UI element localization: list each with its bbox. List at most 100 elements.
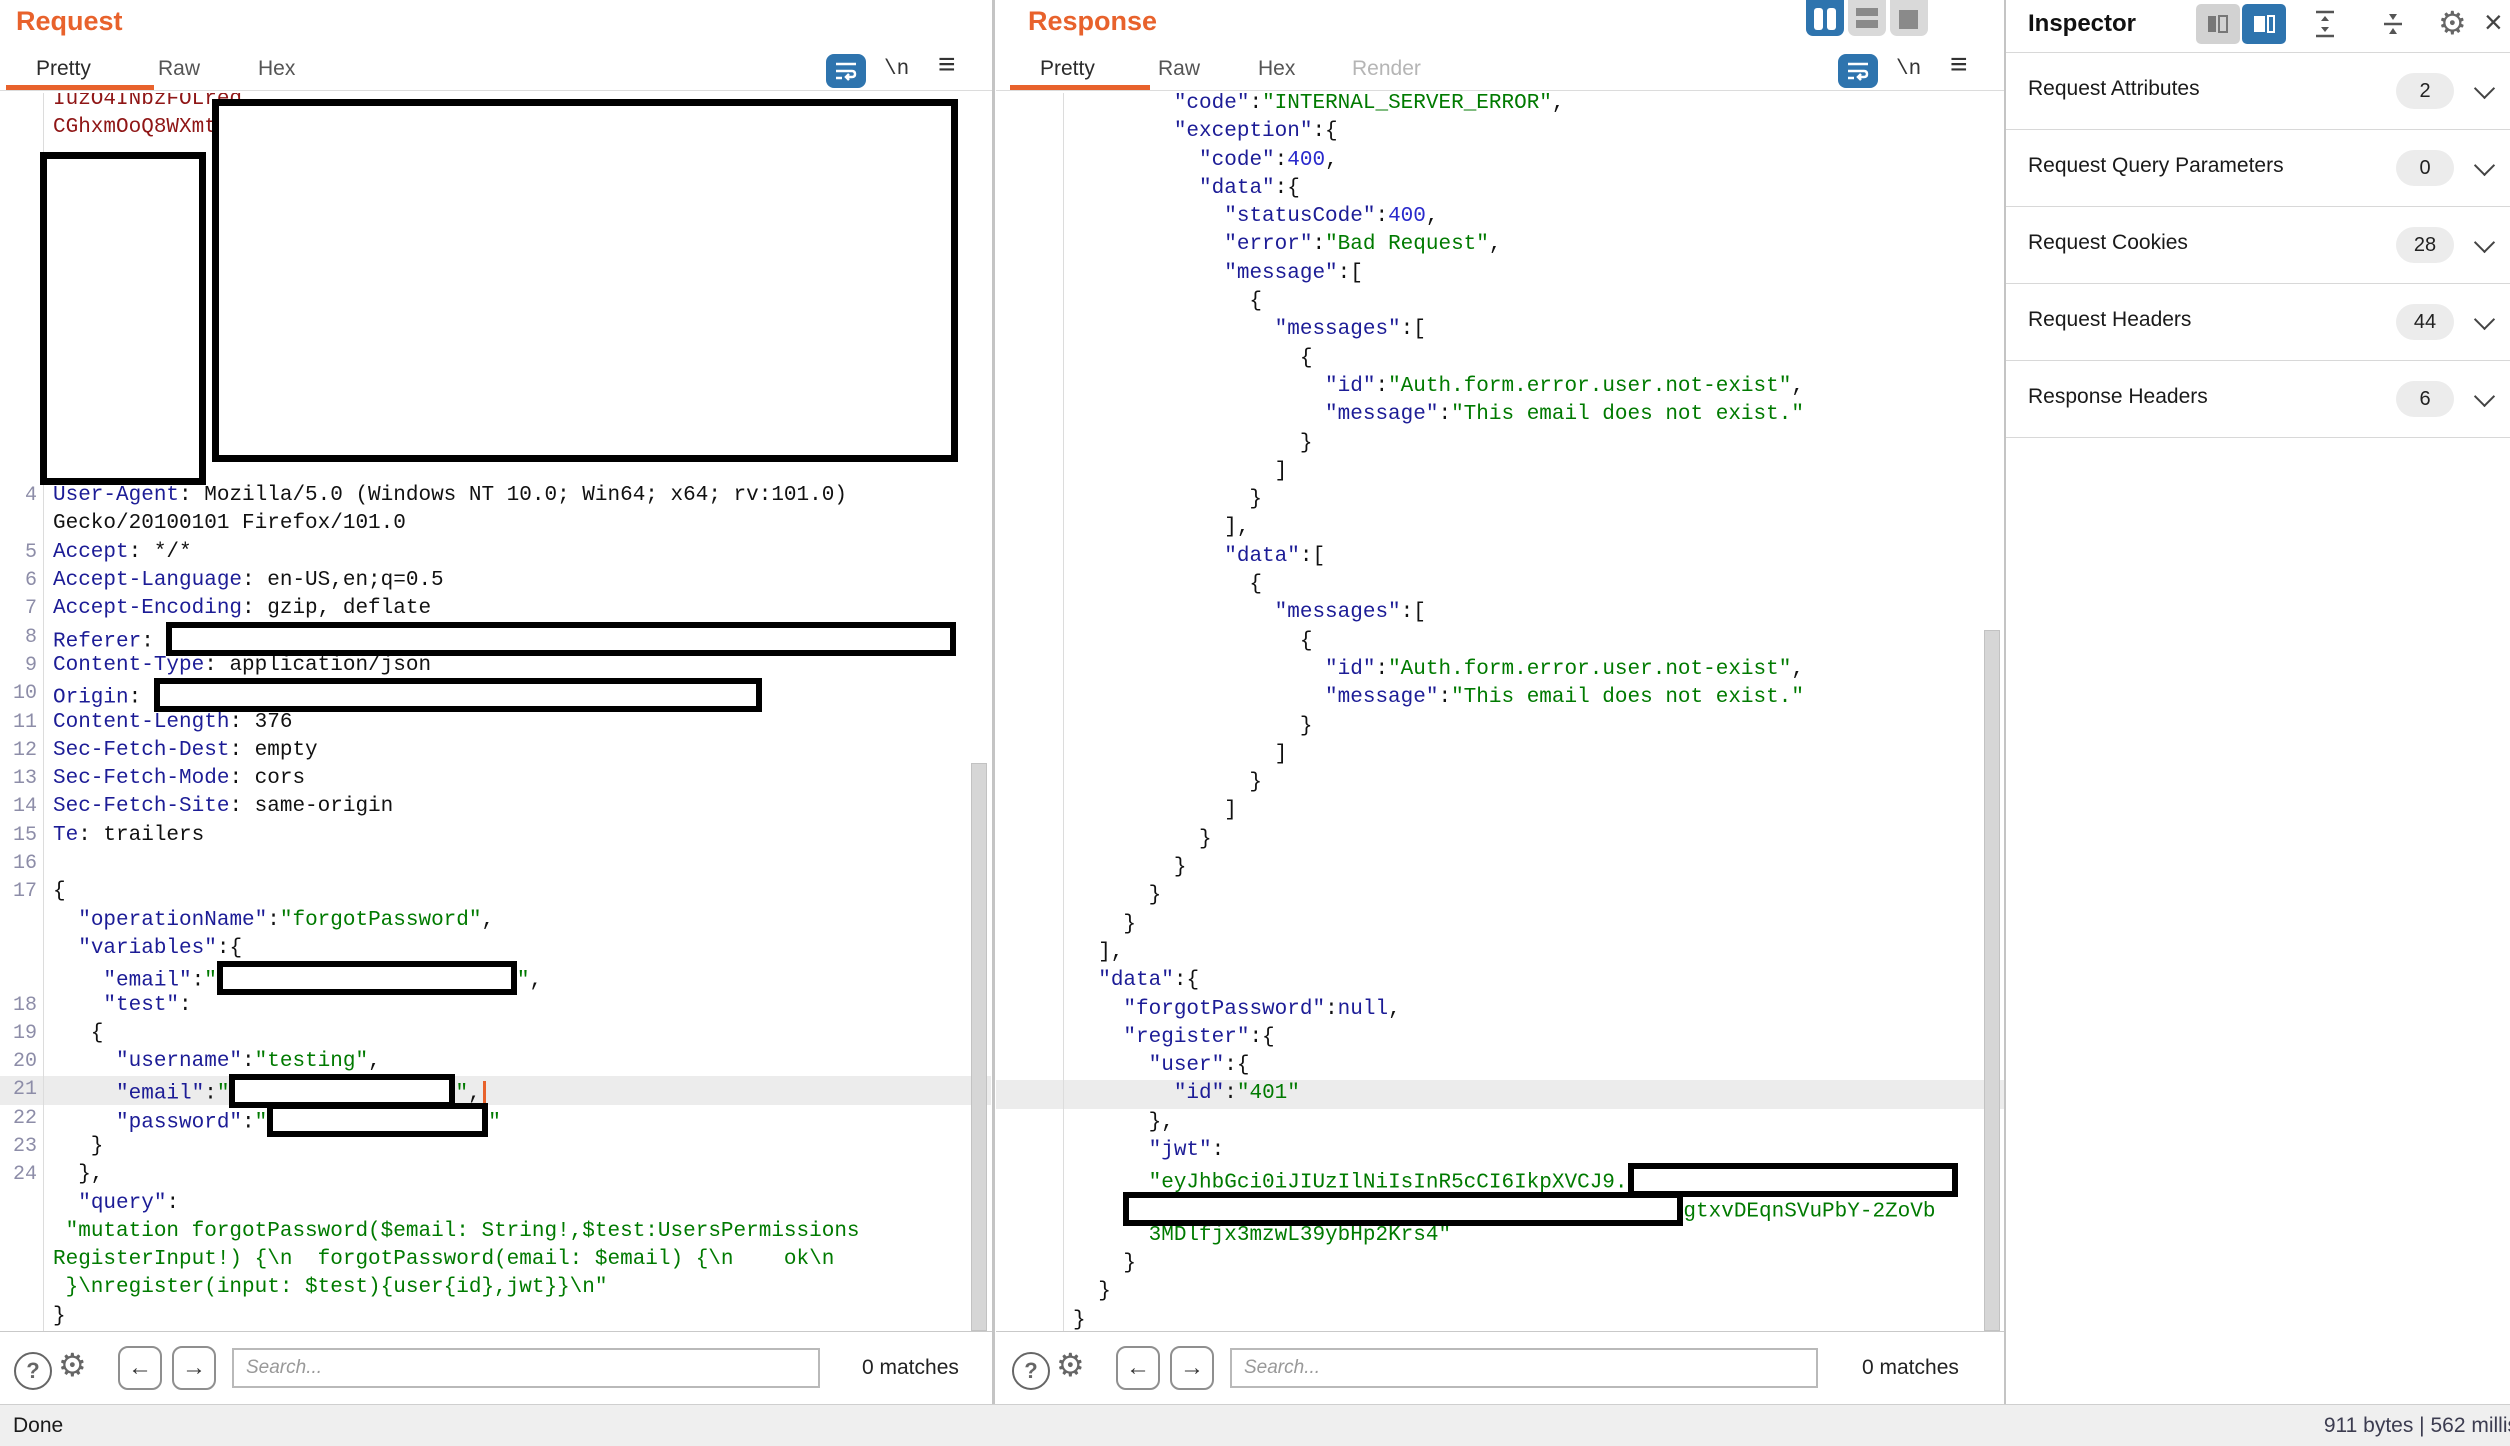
inspector-section-label: Request Cookies (2028, 231, 2188, 255)
response-search-next-button[interactable]: → (1170, 1346, 1214, 1390)
line-number (996, 1165, 1064, 1193)
line-number (0, 907, 44, 935)
response-search-settings-icon[interactable]: ⚙ (1056, 1348, 1085, 1382)
inspector-settings-icon[interactable]: ⚙ (2438, 6, 2467, 40)
code-line: ], (996, 939, 2004, 967)
line-number: 20 (0, 1048, 44, 1076)
layout-single-button[interactable] (1890, 0, 1928, 36)
response-editor[interactable]: "code":"INTERNAL_SERVER_ERROR", "excepti… (996, 93, 2004, 1331)
line-number: 5 (0, 539, 44, 567)
line-number (996, 373, 1064, 401)
layout-rows-button[interactable] (1848, 0, 1886, 36)
line-number (0, 963, 44, 991)
line-number (996, 231, 1064, 259)
inspector-section-response-headers[interactable]: Response Headers6 (2006, 361, 2510, 438)
line-number (996, 854, 1064, 882)
code-line: ] (996, 797, 2004, 825)
request-search-help-icon[interactable]: ? (14, 1352, 52, 1390)
code-line: } (996, 854, 2004, 882)
request-editor[interactable]: IuzO4INbzFOLreqCGhxmOoQ8WXmtL44User-Agen… (0, 93, 991, 1331)
line-number (996, 656, 1064, 684)
line-number (996, 797, 1064, 825)
chevron-down-icon[interactable] (2474, 232, 2495, 253)
code-line: "data":[ (996, 543, 2004, 571)
inspector-dock-right-button[interactable] (2196, 4, 2240, 44)
inspector-section-request-cookies[interactable]: Request Cookies 28 (2006, 207, 2510, 284)
line-number: 15 (0, 822, 44, 850)
code-line: "query": (0, 1190, 991, 1218)
code-line: "messages":[ (996, 599, 2004, 627)
line-number (0, 1303, 44, 1331)
line-number (0, 284, 44, 312)
line-number (996, 1109, 1064, 1137)
line-number (996, 1194, 1064, 1222)
inspector-count-badge: 28 (2396, 227, 2454, 263)
request-menu-icon[interactable]: ≡ (938, 50, 956, 80)
line-number (996, 1052, 1064, 1080)
line-number (0, 935, 44, 963)
tab-request-pretty[interactable]: Pretty (36, 57, 91, 81)
request-search-next-button[interactable]: → (172, 1346, 216, 1390)
tab-response-raw[interactable]: Raw (1158, 57, 1200, 81)
inspector-section-request-headers[interactable]: Request Headers44 (2006, 284, 2510, 361)
code-line: "message":"This email does not exist." (996, 684, 2004, 712)
request-scrollbar-thumb[interactable] (971, 763, 987, 1331)
request-search-settings-icon[interactable]: ⚙ (58, 1348, 87, 1382)
code-line: "messages":[ (996, 316, 2004, 344)
response-word-wrap-button[interactable] (1838, 54, 1878, 88)
code-line: } (996, 769, 2004, 797)
code-line: "id":"Auth.form.error.user.not-exist", (996, 656, 2004, 684)
tab-response-render[interactable]: Render (1352, 57, 1421, 81)
line-number (0, 341, 44, 369)
line-number: 16 (0, 850, 44, 878)
code-line: "operationName":"forgotPassword", (0, 907, 991, 935)
chevron-down-icon[interactable] (2474, 386, 2495, 407)
expand-all-icon[interactable] (2312, 10, 2338, 43)
inspector-dock-panel-button[interactable] (2242, 4, 2286, 44)
single-icon (1899, 10, 1918, 29)
tab-response-hex[interactable]: Hex (1258, 57, 1295, 81)
response-menu-icon[interactable]: ≡ (1950, 50, 1968, 80)
line-number (996, 741, 1064, 769)
code-line: "variables":{ (0, 935, 991, 963)
tab-request-raw[interactable]: Raw (158, 57, 200, 81)
code-line: Gecko/20100101 Firefox/101.0 (0, 510, 991, 538)
code-line: { (996, 288, 2004, 316)
request-word-wrap-button[interactable] (826, 54, 866, 88)
inspector-close-icon[interactable]: × (2484, 6, 2503, 38)
chevron-down-icon[interactable] (2474, 155, 2495, 176)
response-scrollbar-thumb[interactable] (1984, 630, 2000, 1331)
code-line: 11Content-Length: 376 (0, 709, 991, 737)
panel-divider-left[interactable] (992, 0, 995, 1404)
tab-request-hex[interactable]: Hex (258, 57, 295, 81)
layout-columns-button[interactable] (1806, 0, 1844, 36)
response-search-prev-button[interactable]: ← (1116, 1346, 1160, 1390)
inspector-section-request-query-parameters[interactable]: Request Query Parameters0 (2006, 130, 2510, 207)
request-newline-toggle[interactable]: \n (884, 58, 909, 81)
code-line: } (996, 1307, 2004, 1331)
dock-right-icon (2207, 14, 2229, 34)
line-number (996, 826, 1064, 854)
chevron-down-icon[interactable] (2474, 78, 2495, 99)
line-number (996, 1307, 1064, 1331)
request-search-prev-button[interactable]: ← (118, 1346, 162, 1390)
line-number (0, 1218, 44, 1246)
line-number (0, 93, 44, 114)
response-search-help-icon[interactable]: ? (1012, 1352, 1050, 1390)
response-search-input[interactable] (1230, 1348, 1818, 1388)
chevron-down-icon[interactable] (2474, 309, 2495, 330)
tab-response-pretty[interactable]: Pretty (1040, 57, 1095, 81)
line-number (996, 769, 1064, 797)
response-newline-toggle[interactable]: \n (1896, 58, 1921, 81)
code-line: } (996, 713, 2004, 741)
word-wrap-icon (1846, 61, 1870, 81)
line-number (996, 147, 1064, 175)
collapse-all-icon[interactable] (2380, 10, 2406, 43)
line-number (996, 345, 1064, 373)
request-search-input[interactable] (232, 1348, 820, 1388)
code-line: { (996, 628, 2004, 656)
line-number (996, 628, 1064, 656)
code-line: "message":"This email does not exist." (996, 401, 2004, 429)
inspector-section-request-attributes[interactable]: Request Attributes2 (2006, 53, 2510, 130)
inspector-count-badge: 6 (2396, 381, 2454, 417)
